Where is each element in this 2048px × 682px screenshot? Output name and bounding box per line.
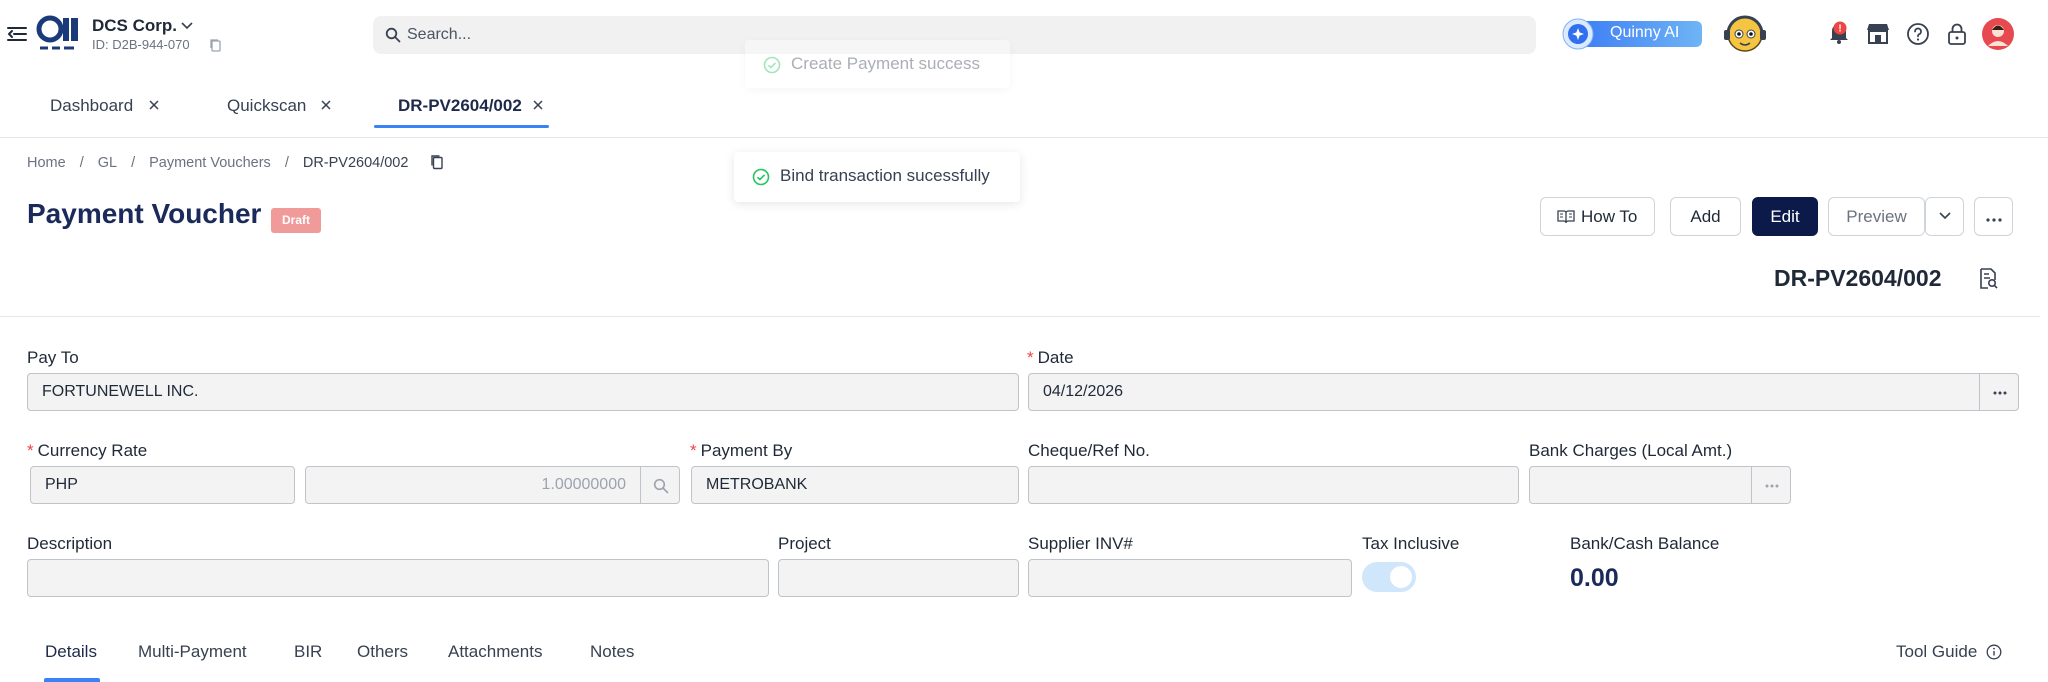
supplier-inv-field[interactable] [1028,559,1352,597]
close-icon[interactable] [531,98,545,112]
breadcrumb-current: DR-PV2604/002 [302,155,409,171]
date-label: * Date [1027,348,1074,367]
copy-icon[interactable] [209,38,222,52]
tab-others[interactable]: Others [357,642,408,662]
ai-sparkle-icon [1562,18,1594,50]
toast-message: Bind transaction sucessfully [780,166,990,185]
more-horizontal-icon [1993,391,2007,395]
notification-bell-icon[interactable]: ! [1826,20,1852,46]
close-icon[interactable] [319,98,333,112]
currency-rate-label: * Currency Rate [27,441,148,460]
payment-by-label: * Payment By [690,441,793,460]
how-to-button[interactable]: How To [1540,197,1655,236]
menu-collapse-icon[interactable] [6,24,28,44]
check-circle-icon [763,56,781,74]
description-field[interactable] [27,559,769,597]
payment-by-label-text: Payment By [700,441,793,460]
cheque-ref-field[interactable] [1028,466,1519,504]
info-icon[interactable] [1986,644,2002,660]
edit-button[interactable]: Edit [1752,197,1818,236]
quinny-ai-button[interactable]: Quinny AI [1560,16,1706,50]
breadcrumb-payment-vouchers[interactable]: Payment Vouchers [149,155,271,171]
project-label: Project [778,534,831,553]
copy-icon[interactable] [430,154,444,170]
toggle-knob [1390,566,1412,588]
tab-notes[interactable]: Notes [590,642,634,662]
date-picker-button[interactable] [1979,373,2019,411]
tab-multi-payment[interactable]: Multi-Payment [138,642,247,662]
toast-message: Create Payment success [791,54,980,73]
tab-quickscan[interactable]: Quickscan [227,86,347,128]
toast-bind-success: Bind transaction sucessfully [734,152,1020,202]
bank-charges-field[interactable] [1529,466,1752,504]
check-circle-icon [752,168,770,186]
bank-charges-lookup-button[interactable] [1751,466,1791,504]
book-icon [1557,210,1575,224]
pay-to-label: Pay To [27,348,79,367]
tax-inclusive-label: Tax Inclusive [1362,534,1460,553]
preview-dropdown-button[interactable] [1925,197,1964,236]
tab-dr-pv2604-002[interactable]: DR-PV2604/002 [398,86,558,128]
tax-inclusive-toggle[interactable] [1362,562,1416,592]
help-icon[interactable] [1906,22,1930,46]
tab-bir[interactable]: BIR [294,642,322,662]
detail-tabs: Details Multi-Payment BIR Others Attachm… [0,640,2048,682]
chevron-down-icon [1938,211,1951,219]
chevron-down-icon[interactable] [180,18,194,32]
bank-cash-balance-value: 0.00 [1570,564,1619,592]
notification-badge: ! [1838,24,1841,35]
tab-label: Quickscan [227,96,307,115]
company-name[interactable]: DCS Corp. [92,16,177,36]
document-search-icon[interactable] [1978,268,1998,290]
tab-details[interactable]: Details [45,642,97,662]
more-actions-button[interactable] [1974,197,2013,236]
assistant-mascot-icon[interactable] [1722,12,1768,56]
more-horizontal-icon [1985,217,2002,222]
breadcrumb-home[interactable]: Home [27,155,66,171]
how-to-label: How To [1581,207,1638,226]
supplier-inv-label: Supplier INV# [1028,534,1133,553]
document-number: DR-PV2604/002 [1774,265,1942,291]
tool-guide-link[interactable]: Tool Guide [1896,642,1977,662]
status-badge: Draft [271,208,321,233]
tab-label: DR-PV2604/002 [398,96,522,115]
exchange-rate-field[interactable] [305,466,641,504]
active-tab-indicator [374,125,549,128]
payment-by-field[interactable] [691,466,1019,504]
bank-cash-balance-label: Bank/Cash Balance [1570,534,1720,553]
quinny-label: Quinny AI [1610,24,1680,41]
page-title: Payment Voucher [27,198,262,229]
pay-to-field[interactable] [27,373,1019,411]
search-icon [385,27,401,43]
breadcrumb-gl[interactable]: GL [98,155,117,171]
company-id: ID: D2B-944-070 [92,37,190,52]
tab-attachments[interactable]: Attachments [448,642,543,662]
add-button[interactable]: Add [1670,197,1741,236]
company-logo-icon [36,15,78,50]
project-field[interactable] [778,559,1019,597]
close-icon[interactable] [147,98,161,112]
date-label-text: Date [1037,348,1074,367]
currency-field[interactable] [30,466,295,504]
cheque-ref-label: Cheque/Ref No. [1028,441,1150,460]
exchange-rate-search-button[interactable] [640,466,680,504]
workspace-tabs: Dashboard Quickscan DR-PV2604/002 [0,86,2048,138]
toast-create-success: Create Payment success [745,40,1010,88]
more-horizontal-icon [1765,484,1779,488]
preview-button[interactable]: Preview [1828,197,1925,236]
active-subtab-indicator [44,678,100,682]
store-icon[interactable] [1866,22,1890,44]
search-icon [653,478,669,494]
section-divider [0,316,2040,317]
date-field[interactable] [1028,373,1980,411]
top-header: DCS Corp. ID: D2B-944-070 Quinny AI [0,0,2048,70]
bank-charges-label: Bank Charges (Local Amt.) [1529,441,1733,460]
tab-dashboard[interactable]: Dashboard [50,86,170,128]
user-avatar-icon[interactable] [1982,18,2014,50]
lock-icon[interactable] [1946,22,1968,46]
breadcrumb: Home / GL / Payment Vouchers / DR-PV2604/002 [27,155,409,171]
description-label: Description [27,534,113,553]
tab-label: Dashboard [50,96,134,115]
currency-rate-label-text: Currency Rate [37,441,148,460]
